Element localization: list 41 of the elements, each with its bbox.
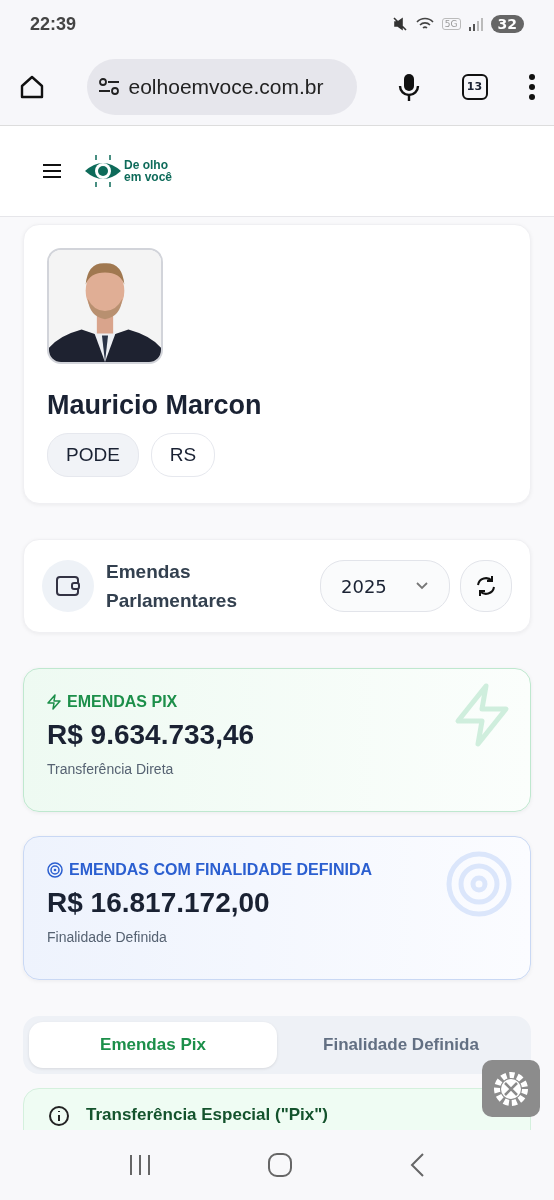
section-title: Emendas Parlamentares [106, 560, 238, 613]
tab-switcher[interactable]: 13 [461, 73, 488, 100]
logo-text: em você [124, 171, 173, 183]
wallet-icon [42, 560, 94, 612]
microphone-icon[interactable] [397, 71, 421, 102]
summary-label: EMENDAS PIX [67, 693, 178, 711]
wifi-icon [414, 16, 435, 32]
refresh-button[interactable] [460, 560, 512, 612]
amount: R$ 9.634.733,46 [47, 719, 256, 751]
tag: PODE [47, 433, 139, 477]
site-settings-icon[interactable] [96, 76, 121, 97]
tag: RS [150, 433, 216, 477]
target-icon [446, 851, 512, 917]
status-time: 22:39 [30, 13, 77, 35]
logo-text: De olho [124, 159, 169, 171]
address-bar[interactable]: eolhoemvoce.com.br [86, 58, 357, 115]
info-icon [48, 1105, 70, 1127]
eye-logo-icon[interactable] [84, 154, 122, 188]
tab[interactable]: Emendas Pix [29, 1022, 277, 1068]
battery-level: 32 [490, 15, 524, 33]
network-label: 5G [441, 18, 461, 30]
tab[interactable]: Finalidade Definida [277, 1022, 525, 1068]
tools-button[interactable] [482, 1060, 540, 1117]
amount-caption: Finalidade Definida [47, 929, 168, 945]
target-icon [47, 862, 63, 878]
lightning-icon [47, 694, 61, 710]
info-title: Transferência Especial ("Pix") [86, 1105, 328, 1125]
more-icon[interactable] [528, 73, 536, 100]
back-icon[interactable] [408, 1152, 427, 1178]
amount: R$ 16.817.172,00 [47, 887, 271, 919]
refresh-icon [474, 574, 498, 598]
home-button-icon[interactable] [267, 1152, 293, 1178]
amount-caption: Transferência Direta [47, 761, 175, 777]
year-select[interactable]: 2025 [320, 560, 450, 612]
summary-label: EMENDAS COM FINALIDADE DEFINIDA [69, 861, 373, 879]
menu-icon[interactable] [42, 163, 62, 179]
signal-icon [467, 17, 484, 31]
politician-name: Mauricio Marcon [47, 390, 263, 421]
recent-apps-icon[interactable] [127, 1154, 152, 1176]
chevron-down-icon [415, 581, 429, 591]
mute-icon [391, 16, 408, 32]
